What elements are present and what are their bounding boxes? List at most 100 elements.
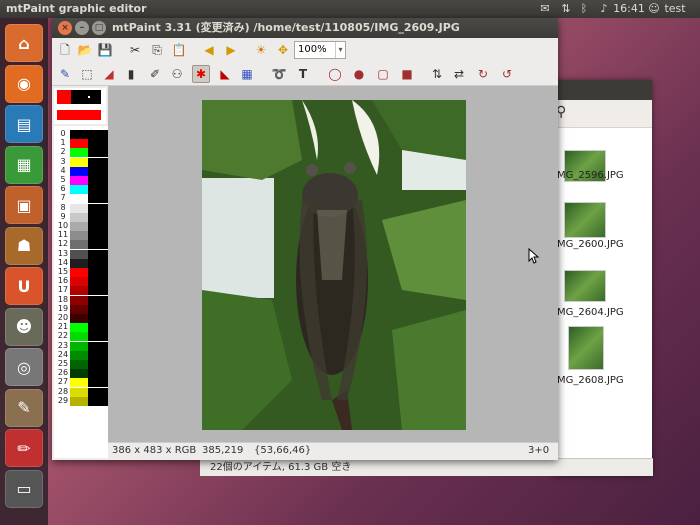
file-thumbnail[interactable] <box>564 270 606 302</box>
launcher-software-center-icon[interactable]: ☗ <box>5 226 43 265</box>
brightness-icon[interactable]: ☀ <box>252 41 270 59</box>
palette-swatch[interactable] <box>70 258 88 268</box>
file-label[interactable]: IMG_2604.JPG <box>554 307 650 318</box>
launcher-gimp-icon[interactable]: ☻ <box>5 307 43 346</box>
text-tool-icon[interactable]: T <box>294 65 312 83</box>
close-icon[interactable]: × <box>58 21 72 35</box>
fill-tool-icon[interactable]: ◢ <box>100 65 118 83</box>
palette-swatch[interactable] <box>70 148 88 158</box>
launcher-libreoffice-impress-icon[interactable]: ▣ <box>5 186 43 224</box>
chevron-down-icon[interactable]: ▾ <box>335 42 345 58</box>
palette-swatch[interactable] <box>70 332 88 342</box>
user-name[interactable]: test <box>660 0 690 18</box>
palette-swatch[interactable] <box>70 185 88 195</box>
undo-icon[interactable]: ◀ <box>200 41 218 59</box>
palette-swatch[interactable] <box>70 378 88 388</box>
palette-swatch[interactable] <box>70 203 88 213</box>
ellipse-fill-icon[interactable]: ● <box>350 65 368 83</box>
palette-swatch[interactable] <box>70 295 88 305</box>
palette-swatch[interactable] <box>70 360 88 369</box>
canvas-area[interactable] <box>108 86 558 442</box>
rotate-anticlockwise-icon[interactable]: ↺ <box>498 65 516 83</box>
zoom-select[interactable]: 100% ▾ <box>294 41 346 59</box>
rectangle-outline-icon[interactable]: ▢ <box>374 65 392 83</box>
palette-swatch[interactable] <box>70 231 88 241</box>
palette-swatch[interactable] <box>70 277 88 287</box>
launcher-workspace-switcher-icon[interactable]: ▭ <box>5 469 43 508</box>
palette-swatch[interactable] <box>70 130 88 139</box>
palette-swatch[interactable] <box>70 314 88 323</box>
window-title: mtPaint 3.31 (変更済み) /home/test/110805/IM… <box>112 21 460 34</box>
launcher-home-folder-icon[interactable]: ⌂ <box>5 24 43 62</box>
palette-swatch[interactable] <box>70 304 88 314</box>
ellipse-outline-icon[interactable]: ◯ <box>326 65 344 83</box>
launcher-firefox-icon[interactable]: ◉ <box>5 64 43 103</box>
redo-icon[interactable]: ▶ <box>222 41 240 59</box>
user-icon[interactable]: ☺ <box>648 0 660 18</box>
launcher-libreoffice-calc-icon[interactable]: ▦ <box>5 145 43 184</box>
flip-vertical-icon[interactable]: ⇅ <box>428 65 446 83</box>
bluetooth-icon[interactable]: ᛒ <box>577 0 591 18</box>
palette-swatch[interactable] <box>70 387 88 397</box>
image-canvas[interactable] <box>202 100 466 430</box>
palette-swatch[interactable] <box>70 194 88 204</box>
open-file-icon[interactable]: 📂 <box>76 41 94 59</box>
palette-swatch[interactable] <box>70 350 88 360</box>
file-label[interactable]: IMG_2596.JPG <box>554 170 650 181</box>
launcher-paint-brushes-icon[interactable]: ✎ <box>5 388 43 427</box>
rectangle-fill-icon[interactable]: ■ <box>398 65 416 83</box>
palette-row[interactable]: 29 <box>54 396 108 406</box>
lasso-tool-icon[interactable]: ➰ <box>270 65 288 83</box>
clone-tool-icon[interactable]: ⚇ <box>168 65 186 83</box>
file-thumbnail[interactable] <box>568 326 604 370</box>
palette-swatch[interactable] <box>70 212 88 222</box>
file-label[interactable]: IMG_2600.JPG <box>554 239 650 250</box>
flip-horizontal-icon[interactable]: ⇄ <box>450 65 468 83</box>
smudge-tool-icon[interactable]: ▦ <box>238 65 256 83</box>
palette-black-cell <box>88 148 108 158</box>
palette-swatch[interactable] <box>70 268 88 277</box>
palette-swatch[interactable] <box>70 286 88 296</box>
launcher-libreoffice-writer-icon[interactable]: ▤ <box>5 105 43 143</box>
volume-icon[interactable]: ♪ <box>596 0 612 18</box>
paste-icon[interactable]: 📋 <box>170 41 188 59</box>
palette-swatch[interactable] <box>70 240 88 250</box>
palette-swatch[interactable] <box>70 369 88 379</box>
palette-swatch[interactable] <box>70 341 88 351</box>
palette-swatch[interactable] <box>70 323 88 333</box>
file-thumbnail[interactable] <box>564 202 606 238</box>
file-manager-titlebar[interactable] <box>552 80 652 100</box>
brush-tool-icon[interactable]: ✐ <box>146 65 164 83</box>
pencil-tool-icon[interactable]: ✎ <box>56 65 74 83</box>
file-label[interactable]: IMG_2608.JPG <box>554 375 650 386</box>
new-file-icon[interactable]: 🗋 <box>56 41 74 59</box>
cut-icon[interactable]: ✂ <box>126 41 144 59</box>
palette-swatch[interactable] <box>70 139 88 149</box>
pan-icon[interactable]: ✥ <box>274 41 292 59</box>
paint-tool-icon[interactable]: ✱ <box>192 65 210 83</box>
pixel-rgb: {53,66,46} <box>254 445 312 456</box>
select-tool-icon[interactable]: ⬚ <box>78 65 96 83</box>
rotate-clockwise-icon[interactable]: ↻ <box>474 65 492 83</box>
file-manager-status: 22個のアイテム, 61.3 GB 空き <box>200 458 653 476</box>
minimize-icon[interactable]: – <box>75 21 89 35</box>
save-file-icon[interactable]: 💾 <box>96 41 114 59</box>
maximize-icon[interactable]: □ <box>92 21 106 35</box>
palette-swatch[interactable] <box>70 166 88 176</box>
launcher-camera-icon[interactable]: ◎ <box>5 348 43 386</box>
network-icon[interactable]: ⇅ <box>558 0 574 18</box>
shuffle-tool-icon[interactable]: ◣ <box>216 65 234 83</box>
palette-swatch[interactable] <box>70 176 88 185</box>
palette-swatch[interactable] <box>70 249 88 259</box>
mail-icon[interactable]: ✉ <box>537 0 553 18</box>
clock[interactable]: 16:41 <box>613 0 645 18</box>
line-tool-icon[interactable]: ▮ <box>122 65 140 83</box>
launcher-mtpaint-icon[interactable]: ✏ <box>5 429 43 467</box>
launcher-ubuntu-one-icon[interactable]: U <box>5 267 43 305</box>
color-preview[interactable] <box>54 88 106 124</box>
copy-icon[interactable]: ⎘ <box>148 41 166 59</box>
mtpaint-titlebar[interactable]: × – □ mtPaint 3.31 (変更済み) /home/test/110… <box>52 18 558 38</box>
palette-swatch[interactable] <box>70 157 88 167</box>
palette-swatch[interactable] <box>70 222 88 231</box>
palette-swatch[interactable] <box>70 396 88 406</box>
